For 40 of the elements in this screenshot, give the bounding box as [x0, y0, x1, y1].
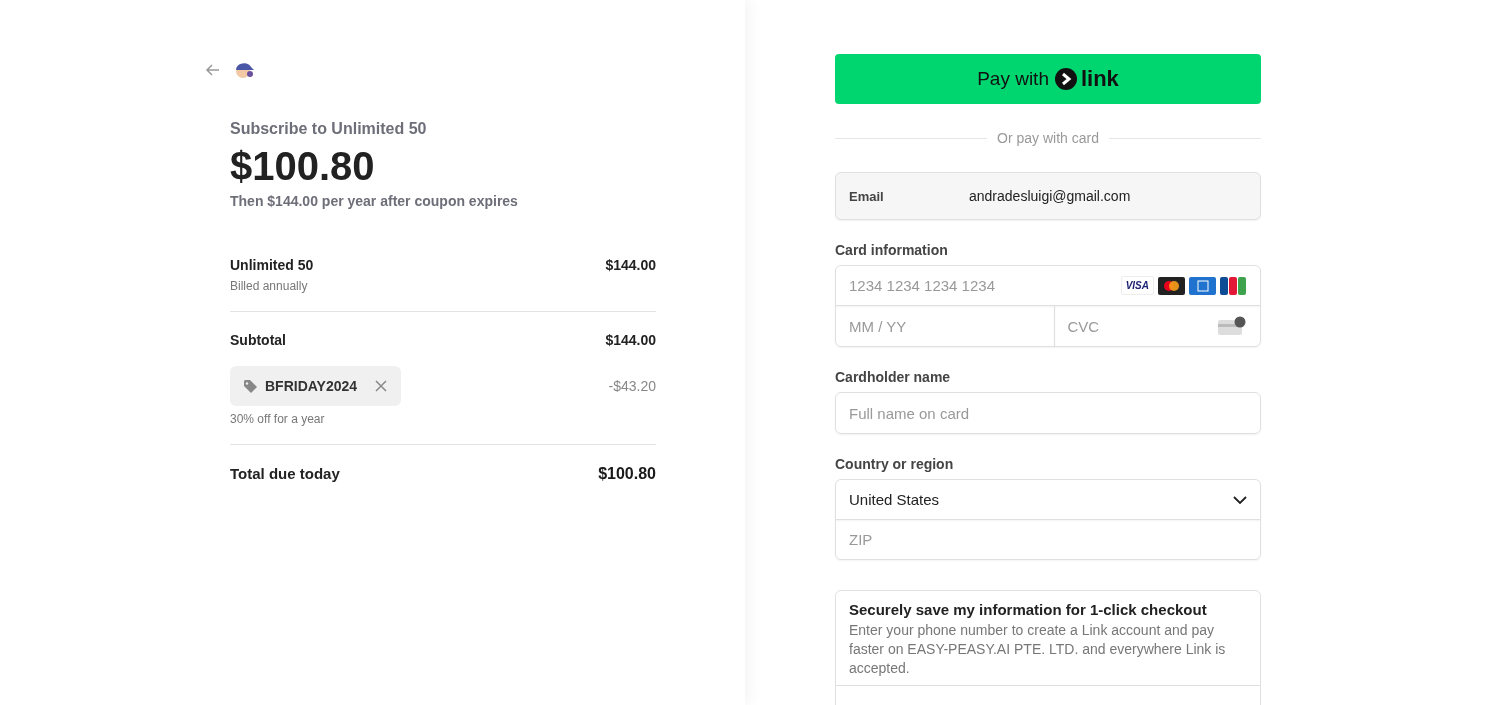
back-arrow-icon[interactable] [205, 62, 221, 78]
cvc-input[interactable]: CVC [1054, 306, 1218, 346]
avatar-icon [233, 60, 255, 80]
cvc-card-icon [1218, 316, 1246, 336]
card-number-field[interactable]: 1234 1234 1234 1234 VISA [835, 265, 1261, 306]
remove-icon[interactable] [375, 380, 388, 392]
email-field[interactable]: Email andradesluigi@gmail.com [835, 172, 1261, 220]
discount-amount: -$43.20 [608, 378, 656, 394]
cardholder-label: Cardholder name [835, 369, 952, 385]
tag-icon [243, 379, 257, 393]
product-title: Subscribe to Unlimited 50 [230, 120, 428, 138]
expiry-field[interactable]: MM / YY [835, 305, 1055, 347]
cardholder-name-field[interactable]: Full name on card [835, 392, 1261, 434]
billing-period: Billed annually [230, 279, 309, 293]
divider-label: Or pay with card [997, 130, 1099, 146]
card-number-input[interactable]: 1234 1234 1234 1234 [836, 266, 1121, 305]
chevron-down-icon [1233, 495, 1247, 504]
country-label: Country or region [835, 456, 955, 472]
total-label: Total due today [230, 465, 340, 482]
subtotal-label: Subtotal [230, 332, 286, 348]
save-info-text: Enter your phone number to create a Link account and pay faster on EASY-PEASY.AI PTE. LTD. and everywhere Link is accepted. [849, 621, 1227, 678]
price-note: Then $144.00 per year after coupon expires [230, 193, 519, 209]
mastercard-icon [1158, 276, 1185, 295]
total-price: $100.80 [230, 144, 376, 189]
subtotal-amount: $144.00 [605, 332, 656, 348]
save-info-title: Securely save my information for 1-click checkout [849, 601, 1208, 618]
item-amount: $144.00 [605, 257, 656, 273]
pay-with-link-button[interactable]: Pay with link [835, 54, 1261, 104]
email-label: Email [849, 188, 885, 204]
email-value: andradesluigi@gmail.com [969, 188, 1131, 204]
coupon-code: BFRIDAY2024 [265, 378, 358, 394]
link-logo-icon [1054, 68, 1077, 90]
card-info-label: Card information [835, 242, 949, 258]
link-brand: link [1080, 66, 1119, 92]
country-select[interactable]: United States [835, 479, 1261, 520]
total-amount: $100.80 [598, 465, 656, 483]
cvc-field[interactable]: CVC [1053, 305, 1261, 347]
coupon-description: 30% off for a year [230, 412, 326, 426]
visa-logo: VISA [1120, 276, 1154, 295]
item-name: Unlimited 50 [230, 257, 314, 273]
